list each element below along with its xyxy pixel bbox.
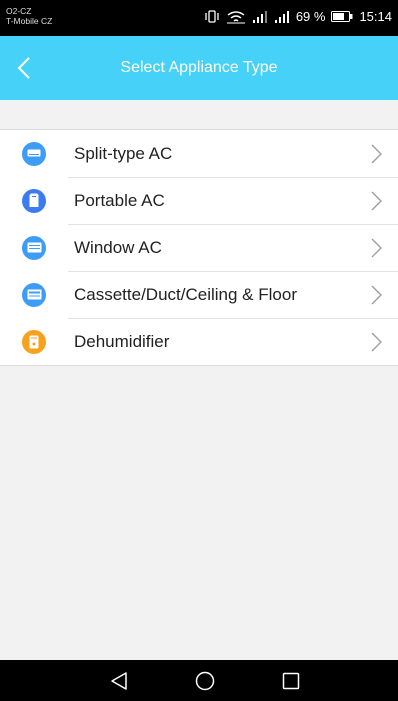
signal-icon bbox=[274, 10, 290, 23]
clock: 15:14 bbox=[359, 9, 392, 24]
app-bar: Select Appliance Type bbox=[0, 36, 398, 100]
portable-ac-icon bbox=[22, 188, 46, 213]
appliance-list: Split-type AC Portable AC Window AC Cass… bbox=[0, 129, 398, 366]
page-title: Select Appliance Type bbox=[120, 59, 278, 76]
battery-percent: 69 % bbox=[295, 9, 326, 24]
list-item-cassette-ac[interactable]: Cassette/Duct/Ceiling & Floor bbox=[0, 271, 398, 318]
chevron-right-icon bbox=[371, 285, 382, 305]
status-bar: O2-CZ T-Mobile CZ 69 % 15:14 bbox=[0, 0, 398, 36]
list-item-label: Cassette/Duct/Ceiling & Floor bbox=[74, 284, 297, 304]
nav-back-button[interactable] bbox=[106, 668, 132, 694]
split-ac-icon bbox=[22, 141, 46, 166]
dehumidifier-icon bbox=[22, 329, 46, 354]
list-item-split-type-ac[interactable]: Split-type AC bbox=[0, 130, 398, 177]
list-item-window-ac[interactable]: Window AC bbox=[0, 224, 398, 271]
navigation-bar bbox=[0, 660, 398, 701]
carrier-secondary: T-Mobile CZ bbox=[6, 16, 53, 26]
carrier-info: O2-CZ T-Mobile CZ bbox=[6, 6, 52, 26]
list-item-label: Split-type AC bbox=[74, 143, 173, 163]
chevron-right-icon bbox=[371, 191, 382, 211]
vibrate-icon bbox=[204, 10, 220, 23]
list-item-label: Window AC bbox=[74, 237, 162, 257]
window-ac-icon bbox=[22, 235, 46, 260]
carrier-primary: O2-CZ bbox=[6, 6, 32, 16]
battery-icon bbox=[331, 11, 353, 22]
chevron-right-icon bbox=[371, 144, 382, 164]
back-triangle-icon bbox=[111, 672, 127, 690]
chevron-right-icon bbox=[371, 238, 382, 258]
chevron-right-icon bbox=[371, 332, 382, 352]
wifi-icon bbox=[226, 10, 246, 24]
list-item-label: Dehumidifier bbox=[74, 331, 170, 351]
recents-square-icon bbox=[282, 672, 300, 690]
list-item-label: Portable AC bbox=[74, 190, 165, 210]
status-indicators: 69 % 15:14 bbox=[204, 9, 392, 24]
signal-icon bbox=[252, 10, 268, 23]
home-circle-icon bbox=[195, 671, 215, 691]
nav-recents-button[interactable] bbox=[278, 668, 304, 694]
list-item-dehumidifier[interactable]: Dehumidifier bbox=[0, 318, 398, 365]
list-item-portable-ac[interactable]: Portable AC bbox=[0, 177, 398, 224]
nav-home-button[interactable] bbox=[192, 668, 218, 694]
cassette-ac-icon bbox=[22, 282, 46, 307]
